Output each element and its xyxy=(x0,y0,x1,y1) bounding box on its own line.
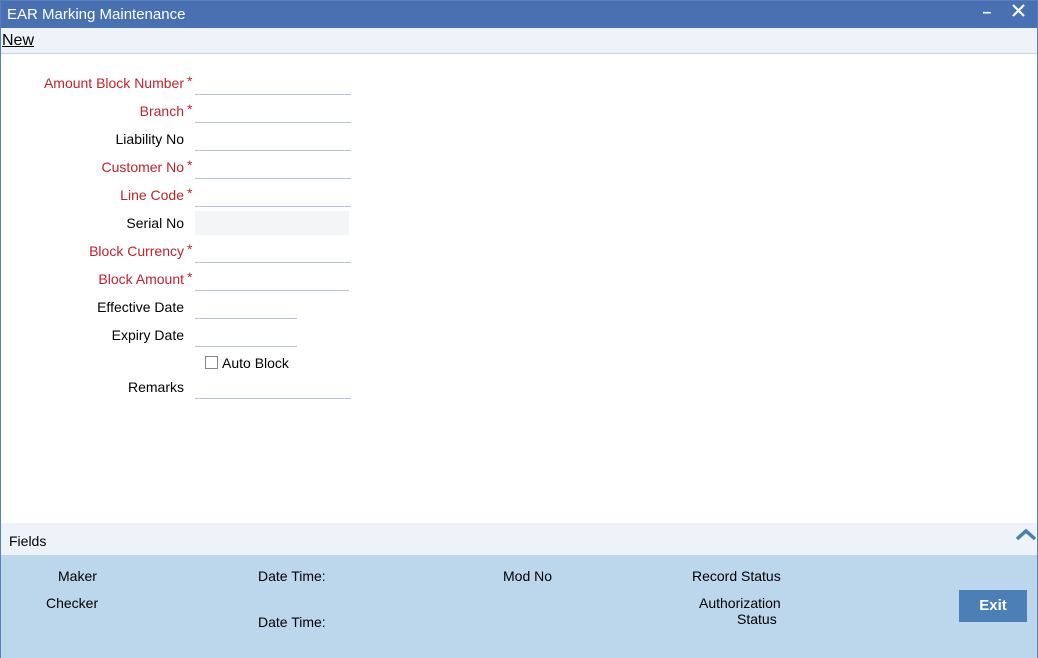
line-code-input[interactable] xyxy=(195,183,351,207)
row-effective-date: Effective Date xyxy=(1,295,401,321)
checker-date-time-label: Date Time: xyxy=(258,614,326,630)
customer-no-input[interactable] xyxy=(195,155,351,179)
required-marker: * xyxy=(187,241,193,257)
fields-label[interactable]: Fields xyxy=(9,533,46,549)
block-currency-input[interactable] xyxy=(195,239,351,263)
block-amount-input[interactable] xyxy=(195,267,349,291)
auto-block-checkbox[interactable] xyxy=(205,356,218,369)
minimize-icon[interactable]: – xyxy=(977,2,997,24)
record-status-label: Record Status xyxy=(692,568,781,584)
close-icon[interactable] xyxy=(1007,1,1029,23)
window-title: EAR Marking Maintenance xyxy=(7,6,186,23)
required-marker: * xyxy=(187,73,193,89)
row-expiry-date: Expiry Date xyxy=(1,323,401,349)
action-bar: New xyxy=(1,28,1037,54)
branch-input[interactable] xyxy=(195,99,351,123)
mod-no-label: Mod No xyxy=(503,568,553,584)
branch-label: Branch xyxy=(139,103,184,119)
checker-label: Checker xyxy=(46,595,99,611)
row-liability-no: Liability No xyxy=(1,127,401,153)
expiry-date-label: Expiry Date xyxy=(111,327,184,343)
effective-date-label: Effective Date xyxy=(97,299,184,315)
row-branch: Branch * xyxy=(1,99,401,125)
required-marker: * xyxy=(187,185,193,201)
required-marker: * xyxy=(187,101,193,117)
maker-date-time-label: Date Time: xyxy=(258,568,326,584)
row-block-currency: Block Currency * xyxy=(1,239,401,265)
serial-no-label: Serial No xyxy=(126,215,184,231)
serial-no-input xyxy=(195,211,349,235)
title-bar: EAR Marking Maintenance – xyxy=(1,1,1037,28)
liability-no-input[interactable] xyxy=(195,127,351,151)
row-block-amount: Block Amount * xyxy=(1,267,401,293)
remarks-input[interactable] xyxy=(195,375,351,399)
block-currency-label: Block Currency xyxy=(89,243,184,259)
main-window: EAR Marking Maintenance – New Amount Blo… xyxy=(0,0,1038,658)
authorization-status-label-line2: Status xyxy=(737,611,777,627)
fields-bar: Fields xyxy=(1,523,1037,555)
new-link[interactable]: New xyxy=(2,32,34,50)
remarks-label: Remarks xyxy=(127,379,184,395)
row-serial-no: Serial No xyxy=(1,211,401,237)
audit-footer: Maker Checker Date Time: Date Time: Mod … xyxy=(1,555,1037,658)
maker-label: Maker xyxy=(58,568,97,584)
chevron-up-icon[interactable] xyxy=(1015,527,1037,543)
customer-no-label: Customer No xyxy=(101,159,184,175)
row-customer-no: Customer No * xyxy=(1,155,401,181)
effective-date-input[interactable] xyxy=(195,295,297,319)
block-amount-label: Block Amount xyxy=(98,271,184,287)
amount-block-number-label: Amount Block Number xyxy=(43,75,184,91)
authorization-status-label-line1: Authorization xyxy=(699,595,781,611)
row-amount-block-number: Amount Block Number * xyxy=(1,71,401,97)
required-marker: * xyxy=(187,157,193,173)
line-code-label: Line Code xyxy=(120,187,184,203)
required-marker: * xyxy=(187,269,193,285)
liability-no-label: Liability No xyxy=(115,131,184,147)
row-line-code: Line Code * xyxy=(1,183,401,209)
row-remarks: Remarks xyxy=(1,375,401,401)
expiry-date-input[interactable] xyxy=(195,323,297,347)
amount-block-number-input[interactable] xyxy=(195,71,351,95)
auto-block-label: Auto Block xyxy=(222,355,289,371)
exit-button[interactable]: Exit xyxy=(959,590,1027,622)
